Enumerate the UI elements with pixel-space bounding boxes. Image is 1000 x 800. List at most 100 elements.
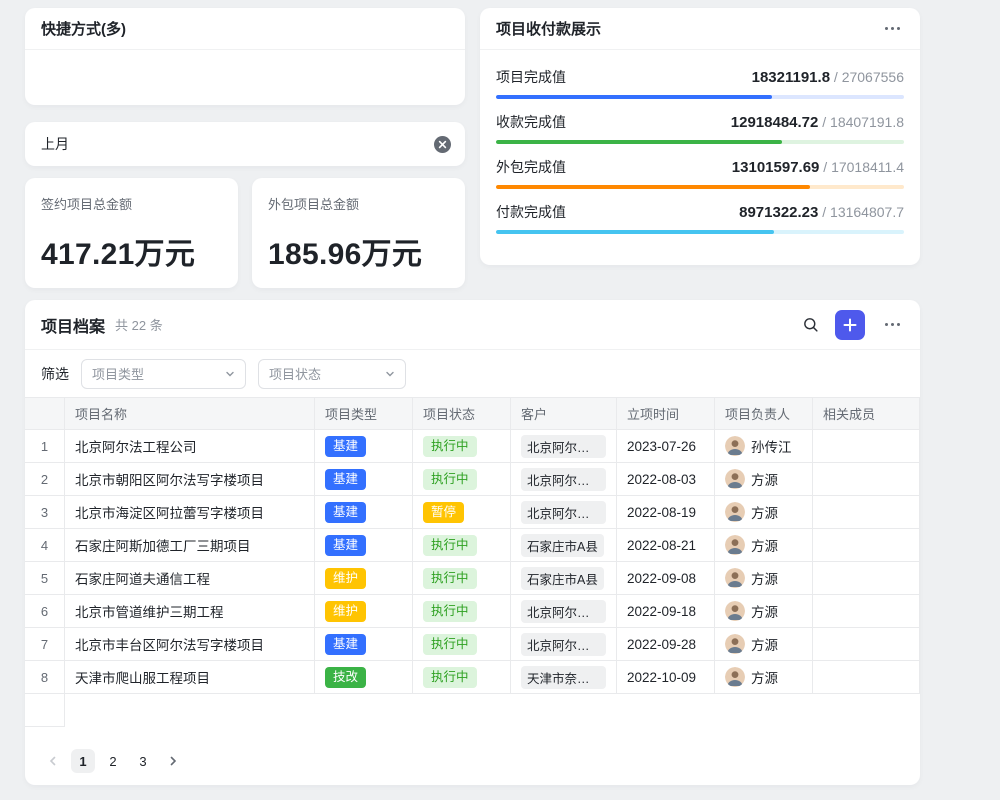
cell-customer[interactable]: 北京阿尔法… (511, 463, 617, 496)
cell-project-name[interactable]: 天津市爬山服工程项目 (65, 661, 315, 694)
cell-customer[interactable]: 石家庄市A县 (511, 529, 617, 562)
cell-project-status[interactable]: 执行中 (413, 628, 511, 661)
cell-project-type[interactable]: 基建 (315, 430, 413, 463)
cell-project-status[interactable]: 执行中 (413, 562, 511, 595)
column-header-index (25, 398, 65, 430)
cell-project-status[interactable]: 执行中 (413, 661, 511, 694)
column-header[interactable]: 项目状态 (413, 398, 511, 430)
progress-fill (496, 95, 772, 99)
cell-project-type[interactable]: 基建 (315, 463, 413, 496)
progress-fill (496, 140, 782, 144)
status-badge: 执行中 (423, 469, 477, 490)
cell-project-type[interactable]: 基建 (315, 628, 413, 661)
cell-owner[interactable]: 方源 (715, 628, 813, 661)
cell-project-status[interactable]: 执行中 (413, 529, 511, 562)
cell-members[interactable] (813, 628, 920, 661)
date-filter-bar[interactable]: 上月 (25, 122, 465, 166)
cell-customer[interactable]: 北京阿尔法… (511, 595, 617, 628)
cell-project-name[interactable]: 北京市管道维护三期工程 (65, 595, 315, 628)
table-row[interactable]: 5 石家庄阿道夫通信工程 维护 执行中 石家庄市A县 2022-09-08 方源 (25, 562, 920, 595)
table-row[interactable]: 2 北京市朝阳区阿尔法写字楼项目 基建 执行中 北京阿尔法… 2022-08-0… (25, 463, 920, 496)
column-header[interactable]: 相关成员 (813, 398, 920, 430)
cell-customer[interactable]: 天津市奈文… (511, 661, 617, 694)
cell-start-date[interactable]: 2022-09-28 (617, 628, 715, 661)
page-button-1[interactable]: 1 (71, 749, 95, 773)
cell-project-name[interactable]: 北京市丰台区阿尔法写字楼项目 (65, 628, 315, 661)
cell-customer[interactable]: 石家庄市A县 (511, 562, 617, 595)
cell-project-name[interactable]: 石家庄阿道夫通信工程 (65, 562, 315, 595)
cell-start-date[interactable]: 2022-10-09 (617, 661, 715, 694)
owner-name: 方源 (751, 568, 778, 588)
cell-owner[interactable]: 方源 (715, 661, 813, 694)
cell-project-type[interactable]: 维护 (315, 562, 413, 595)
cell-start-date[interactable]: 2022-09-18 (617, 595, 715, 628)
cell-owner[interactable]: 方源 (715, 595, 813, 628)
cell-customer[interactable]: 北京阿尔法… (511, 496, 617, 529)
cell-members[interactable] (813, 463, 920, 496)
column-header[interactable]: 客户 (511, 398, 617, 430)
more-icon[interactable] (881, 23, 904, 34)
row-index: 5 (25, 562, 65, 595)
column-header[interactable]: 项目名称 (65, 398, 315, 430)
table-row[interactable]: 7 北京市丰台区阿尔法写字楼项目 基建 执行中 北京阿尔法… 2022-09-2… (25, 628, 920, 661)
cell-owner[interactable]: 方源 (715, 529, 813, 562)
cell-start-date[interactable]: 2022-08-21 (617, 529, 715, 562)
cell-project-name[interactable]: 北京市朝阳区阿尔法写字楼项目 (65, 463, 315, 496)
progress-row: 付款完成值 8971322.23 / 13164807.7 (496, 193, 904, 238)
column-header[interactable]: 立项时间 (617, 398, 715, 430)
table-row[interactable]: 1 北京阿尔法工程公司 基建 执行中 北京阿尔法… 2023-07-26 孙传江 (25, 430, 920, 463)
cell-members[interactable] (813, 496, 920, 529)
cell-project-type[interactable]: 维护 (315, 595, 413, 628)
column-header[interactable]: 项目类型 (315, 398, 413, 430)
table-row[interactable]: 8 天津市爬山服工程项目 技改 执行中 天津市奈文… 2022-10-09 方源 (25, 661, 920, 694)
cell-start-date[interactable]: 2023-07-26 (617, 430, 715, 463)
cell-customer[interactable]: 北京阿尔法… (511, 628, 617, 661)
page-button-2[interactable]: 2 (101, 749, 125, 773)
stat-value: 185.96万元 (268, 229, 449, 273)
cell-owner[interactable]: 方源 (715, 562, 813, 595)
chevron-down-icon (225, 369, 235, 379)
cell-owner[interactable]: 方源 (715, 463, 813, 496)
more-icon[interactable] (881, 319, 904, 330)
stat-card-signed-total: 签约项目总金额 417.21万元 (25, 178, 238, 288)
cell-start-date[interactable]: 2022-09-08 (617, 562, 715, 595)
payments-card: 项目收付款展示 项目完成值 18321191.8 / 27067556 收款完成… (480, 8, 920, 265)
cell-project-name[interactable]: 北京阿尔法工程公司 (65, 430, 315, 463)
search-icon[interactable] (802, 316, 819, 333)
cell-project-name[interactable]: 北京市海淀区阿拉蕾写字楼项目 (65, 496, 315, 529)
cell-project-type[interactable]: 基建 (315, 496, 413, 529)
cell-project-type[interactable]: 技改 (315, 661, 413, 694)
cell-project-status[interactable]: 执行中 (413, 430, 511, 463)
cell-customer[interactable]: 北京阿尔法… (511, 430, 617, 463)
project-status-select[interactable]: 项目状态 (258, 359, 406, 389)
page-button-3[interactable]: 3 (131, 749, 155, 773)
type-badge: 基建 (325, 535, 366, 556)
cell-members[interactable] (813, 430, 920, 463)
table-row[interactable]: 3 北京市海淀区阿拉蕾写字楼项目 基建 暂停 北京阿尔法… 2022-08-19… (25, 496, 920, 529)
cell-project-status[interactable]: 暂停 (413, 496, 511, 529)
customer-chip: 石家庄市A县 (521, 534, 604, 557)
prev-page-icon[interactable] (41, 749, 65, 773)
cell-project-status[interactable]: 执行中 (413, 595, 511, 628)
table-row[interactable]: 6 北京市管道维护三期工程 维护 执行中 北京阿尔法… 2022-09-18 方… (25, 595, 920, 628)
cell-project-status[interactable]: 执行中 (413, 463, 511, 496)
progress-values: 12918484.72 / 18407191.8 (731, 114, 904, 131)
cell-members[interactable] (813, 595, 920, 628)
cell-members[interactable] (813, 661, 920, 694)
cell-members[interactable] (813, 562, 920, 595)
table-row[interactable]: 4 石家庄阿斯加德工厂三期项目 基建 执行中 石家庄市A县 2022-08-21… (25, 529, 920, 562)
cell-members[interactable] (813, 529, 920, 562)
cell-owner[interactable]: 方源 (715, 496, 813, 529)
cell-project-name[interactable]: 石家庄阿斯加德工厂三期项目 (65, 529, 315, 562)
table-card-title: 项目档案 (41, 313, 105, 337)
project-type-select[interactable]: 项目类型 (81, 359, 246, 389)
clear-filter-icon[interactable] (434, 136, 451, 153)
cell-owner[interactable]: 孙传江 (715, 430, 813, 463)
cell-project-type[interactable]: 基建 (315, 529, 413, 562)
cell-start-date[interactable]: 2022-08-03 (617, 463, 715, 496)
column-header[interactable]: 项目负责人 (715, 398, 813, 430)
add-record-button[interactable] (835, 310, 865, 340)
next-page-icon[interactable] (161, 749, 185, 773)
progress-row: 外包完成值 13101597.69 / 17018411.4 (496, 148, 904, 193)
cell-start-date[interactable]: 2022-08-19 (617, 496, 715, 529)
